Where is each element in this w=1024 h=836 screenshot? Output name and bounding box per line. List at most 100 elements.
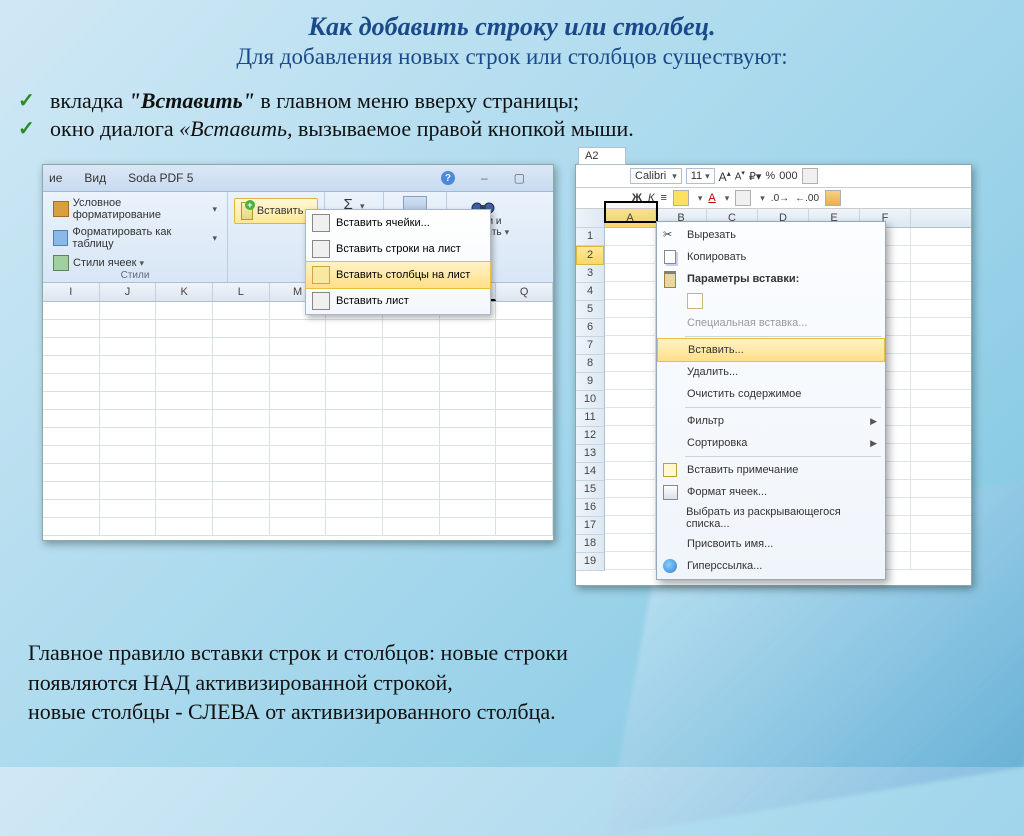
row-header-17[interactable]: 17 bbox=[576, 517, 604, 535]
mini-toolbar-row1: A2 Calibri ▾ 11 ▾ A▴ A▾ ₽▾ % 000 bbox=[576, 165, 971, 188]
row-header-8[interactable]: 8 bbox=[576, 355, 604, 373]
ctx-cut-label: Вырезать bbox=[687, 229, 736, 241]
row-header-15[interactable]: 15 bbox=[576, 481, 604, 499]
context-menu: ✂Вырезать Копировать Параметры вставки: … bbox=[656, 221, 886, 580]
row-header-9[interactable]: 9 bbox=[576, 373, 604, 391]
percent-icon[interactable]: % bbox=[765, 170, 775, 182]
col-I[interactable]: I bbox=[43, 283, 100, 301]
grid-row[interactable] bbox=[43, 356, 553, 374]
row-header-13[interactable]: 13 bbox=[576, 445, 604, 463]
borders-icon[interactable] bbox=[735, 190, 751, 206]
font-size-dropdown[interactable]: 11 ▾ bbox=[686, 168, 715, 184]
grid-row[interactable] bbox=[43, 482, 553, 500]
ctx-sort[interactable]: Сортировка▶ bbox=[657, 432, 885, 454]
row-header-1[interactable]: 1 bbox=[576, 228, 604, 246]
window-restore-icon[interactable]: ▢ bbox=[514, 171, 525, 185]
ctx-paste-opts-label: Параметры вставки: bbox=[687, 273, 799, 285]
row-header-7[interactable]: 7 bbox=[576, 337, 604, 355]
font-color-icon[interactable]: А bbox=[708, 192, 715, 204]
tab-partial[interactable]: ие bbox=[49, 171, 62, 185]
insert-columns-item[interactable]: Вставить столбцы на лист bbox=[305, 261, 491, 289]
bullet-list: ✓ вкладка "Вставить" в главном меню ввер… bbox=[18, 88, 1024, 142]
decrease-decimal-icon[interactable]: .0→ bbox=[771, 193, 789, 204]
currency-icon[interactable]: ₽▾ bbox=[749, 170, 762, 183]
ctx-define-name[interactable]: Присвоить имя... bbox=[657, 533, 885, 555]
check-icon: ✓ bbox=[18, 88, 40, 113]
screenshot-ribbon-insert: ие Вид Soda PDF 5 ? – ▢ Условное формати… bbox=[42, 164, 554, 541]
ctx-pick-from-list[interactable]: Выбрать из раскрывающегося списка... bbox=[657, 503, 885, 533]
grid-row[interactable] bbox=[43, 410, 553, 428]
shrink-font-icon[interactable]: A▾ bbox=[735, 169, 745, 182]
conditional-formatting-button[interactable]: Условное форматирование▾ bbox=[49, 195, 221, 223]
tab-sodapdf[interactable]: Soda PDF 5 bbox=[128, 171, 193, 185]
ctx-paste-option-btn[interactable] bbox=[657, 290, 885, 312]
ctx-hyperlink[interactable]: Гиперссылка... bbox=[657, 555, 885, 577]
insert-button-label: Вставить bbox=[257, 205, 304, 217]
ctx-filter[interactable]: Фильтр ▶ bbox=[657, 410, 885, 432]
row-header-11[interactable]: 11 bbox=[576, 409, 604, 427]
row-header-10[interactable]: 10 bbox=[576, 391, 604, 409]
borders-icon[interactable] bbox=[802, 168, 818, 184]
col-K[interactable]: K bbox=[156, 283, 213, 301]
bullet1-emphasis: "Вставить" bbox=[129, 88, 255, 113]
ctx-delete[interactable]: Удалить... bbox=[657, 361, 885, 383]
grid-row[interactable] bbox=[43, 374, 553, 392]
slide-subtitle: Для добавления новых строк или столбцов … bbox=[0, 44, 1024, 70]
help-icon[interactable]: ? bbox=[441, 171, 455, 185]
row-header-12[interactable]: 12 bbox=[576, 427, 604, 445]
ctx-separator bbox=[685, 336, 881, 337]
paste-values-icon[interactable] bbox=[687, 293, 703, 309]
grid-row[interactable] bbox=[43, 338, 553, 356]
grid-row[interactable] bbox=[43, 392, 553, 410]
window-min-icon[interactable]: – bbox=[481, 171, 488, 185]
ctx-clear[interactable]: Очистить содержимое bbox=[657, 383, 885, 405]
row-header-14[interactable]: 14 bbox=[576, 463, 604, 481]
fill-color-icon[interactable] bbox=[673, 190, 689, 206]
grow-font-icon[interactable]: A▴ bbox=[719, 169, 731, 184]
submenu-arrow-icon: ▶ bbox=[870, 416, 877, 427]
ctx-cut[interactable]: ✂Вырезать bbox=[657, 224, 885, 246]
font-name-dropdown[interactable]: Calibri ▾ bbox=[630, 168, 682, 184]
insert-sheet-label: Вставить лист bbox=[336, 295, 409, 307]
row-headers: 12345678910111213141516171819 bbox=[576, 209, 605, 571]
name-box[interactable]: A2 bbox=[578, 147, 626, 165]
row-header-18[interactable]: 18 bbox=[576, 535, 604, 553]
footer-text: Главное правило вставки строк и столбцов… bbox=[28, 638, 568, 727]
row-header-19[interactable]: 19 bbox=[576, 553, 604, 571]
comment-icon bbox=[663, 463, 677, 477]
align-icon[interactable]: ≡ bbox=[660, 192, 666, 204]
ctx-insert-comment[interactable]: Вставить примечание bbox=[657, 459, 885, 481]
ctx-insert[interactable]: Вставить... bbox=[657, 338, 885, 362]
row-header-6[interactable]: 6 bbox=[576, 319, 604, 337]
format-painter-icon[interactable] bbox=[825, 190, 841, 206]
row-header-3[interactable]: 3 bbox=[576, 265, 604, 283]
ctx-filter-label: Фильтр bbox=[687, 415, 724, 427]
row-header-2[interactable]: 2 bbox=[576, 246, 604, 265]
grid-row[interactable] bbox=[43, 320, 553, 338]
grid-row[interactable] bbox=[43, 428, 553, 446]
col-J[interactable]: J bbox=[100, 283, 157, 301]
tab-view[interactable]: Вид bbox=[84, 171, 106, 185]
grid-row[interactable] bbox=[43, 518, 553, 536]
insert-rows-item[interactable]: Вставить строки на лист bbox=[306, 236, 490, 262]
grid-row[interactable] bbox=[43, 500, 553, 518]
grid-row[interactable] bbox=[43, 464, 553, 482]
row-header-4[interactable]: 4 bbox=[576, 283, 604, 301]
screenshot-context-menu: A2 Calibri ▾ 11 ▾ A▴ A▾ ₽▾ % 000 Ж К ≡ ▾… bbox=[575, 164, 972, 586]
row-header-5[interactable]: 5 bbox=[576, 301, 604, 319]
grid-row[interactable] bbox=[43, 446, 553, 464]
insert-sheet-item[interactable]: Вставить лист bbox=[306, 288, 490, 314]
thousands-icon[interactable]: 000 bbox=[779, 170, 797, 182]
bullet2-suffix: вызываемое правой кнопкой мыши. bbox=[292, 116, 633, 141]
row-header-16[interactable]: 16 bbox=[576, 499, 604, 517]
ctx-copy[interactable]: Копировать bbox=[657, 246, 885, 268]
ctx-sort-label: Сортировка bbox=[687, 437, 747, 449]
col-Q[interactable]: Q bbox=[496, 283, 553, 301]
increase-decimal-icon[interactable]: ←.00 bbox=[795, 193, 819, 204]
ctx-format-cells[interactable]: Формат ячеек... bbox=[657, 481, 885, 503]
bullet-2: ✓ окно диалога «Вставить, вызываемое пра… bbox=[18, 116, 1024, 142]
col-L[interactable]: L bbox=[213, 283, 270, 301]
insert-rows-label: Вставить строки на лист bbox=[336, 243, 461, 255]
format-as-table-button[interactable]: Форматировать как таблицу▾ bbox=[49, 224, 221, 252]
insert-cells-item[interactable]: Вставить ячейки... bbox=[306, 210, 490, 236]
